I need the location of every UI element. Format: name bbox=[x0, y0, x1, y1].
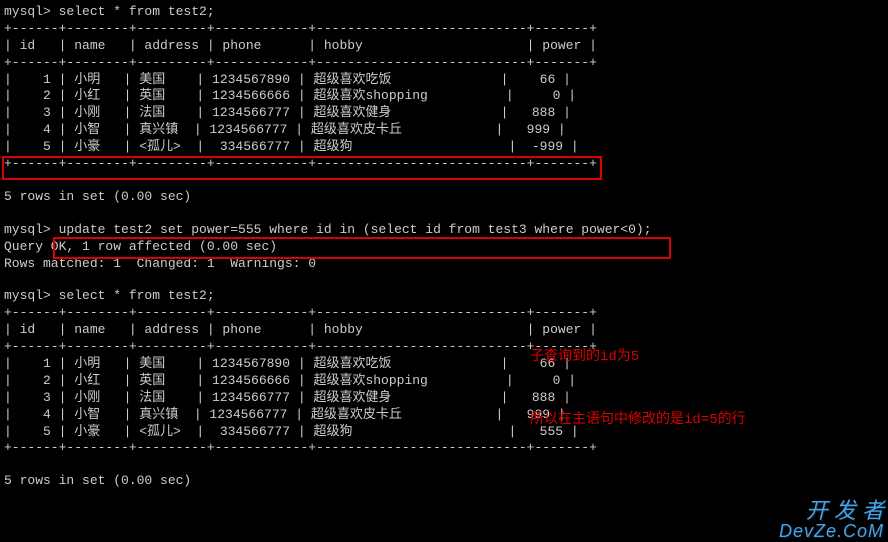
table-separator: +------+--------+---------+------------+… bbox=[4, 440, 884, 457]
table-row: | 2 | 小红 | 英国 | 1234566666 | 超级喜欢shoppin… bbox=[4, 373, 884, 390]
blank-line bbox=[4, 173, 884, 189]
table-separator: +------+--------+---------+------------+… bbox=[4, 305, 884, 322]
table-row: | 1 | 小明 | 美国 | 1234567890 | 超级喜欢吃饭 | 66… bbox=[4, 356, 884, 373]
annotation-line1: 子查询到的id为5 bbox=[530, 347, 746, 368]
table-separator: +------+--------+---------+------------+… bbox=[4, 21, 884, 38]
table-row-highlighted: | 5 | 小豪 | <孤儿> | 334566777 | 超级狗 | -999… bbox=[4, 139, 884, 156]
table-header: | id | name | address | phone | hobby | … bbox=[4, 322, 884, 339]
sql-prompt-select1: mysql> select * from test2; bbox=[4, 4, 884, 21]
table-row: | 1 | 小明 | 美国 | 1234567890 | 超级喜欢吃饭 | 66… bbox=[4, 72, 884, 89]
rows-in-set-message: 5 rows in set (0.00 sec) bbox=[4, 189, 884, 206]
watermark: 开 发 者 DevZe.CoM bbox=[779, 500, 884, 540]
blank-line bbox=[4, 272, 884, 288]
table-separator: +------+--------+---------+------------+… bbox=[4, 339, 884, 356]
sql-prompt-update: mysql> update test2 set power=555 where … bbox=[4, 222, 884, 239]
rows-in-set-message: 5 rows in set (0.00 sec) bbox=[4, 473, 884, 490]
watermark-bottom: DevZe.CoM bbox=[779, 522, 884, 540]
blank-line bbox=[4, 206, 884, 222]
annotation-text: 子查询到的id为5 所以在主语句中修改的是id=5的行 bbox=[530, 305, 746, 452]
watermark-top: 开 发 者 bbox=[779, 500, 884, 522]
table-separator: +------+--------+---------+------------+… bbox=[4, 55, 884, 72]
sql-prompt-select2: mysql> select * from test2; bbox=[4, 288, 884, 305]
table-row: | 4 | 小智 | 真兴镇 | 1234566777 | 超级喜欢皮卡丘 | … bbox=[4, 407, 884, 424]
table-separator: +------+--------+---------+------------+… bbox=[4, 156, 884, 173]
table-row: | 3 | 小刚 | 法国 | 1234566777 | 超级喜欢健身 | 88… bbox=[4, 390, 884, 407]
table-header: | id | name | address | phone | hobby | … bbox=[4, 38, 884, 55]
table-row: | 3 | 小刚 | 法国 | 1234566777 | 超级喜欢健身 | 88… bbox=[4, 105, 884, 122]
annotation-line2: 所以在主语句中修改的是id=5的行 bbox=[530, 410, 746, 431]
blank-line bbox=[4, 457, 884, 473]
rows-matched-message: Rows matched: 1 Changed: 1 Warnings: 0 bbox=[4, 256, 884, 273]
table-row: | 4 | 小智 | 真兴镇 | 1234566777 | 超级喜欢皮卡丘 | … bbox=[4, 122, 884, 139]
query-ok-message: Query OK, 1 row affected (0.00 sec) bbox=[4, 239, 884, 256]
table-row: | 5 | 小豪 | <孤儿> | 334566777 | 超级狗 | 555 … bbox=[4, 424, 884, 441]
table-row: | 2 | 小红 | 英国 | 1234566666 | 超级喜欢shoppin… bbox=[4, 88, 884, 105]
